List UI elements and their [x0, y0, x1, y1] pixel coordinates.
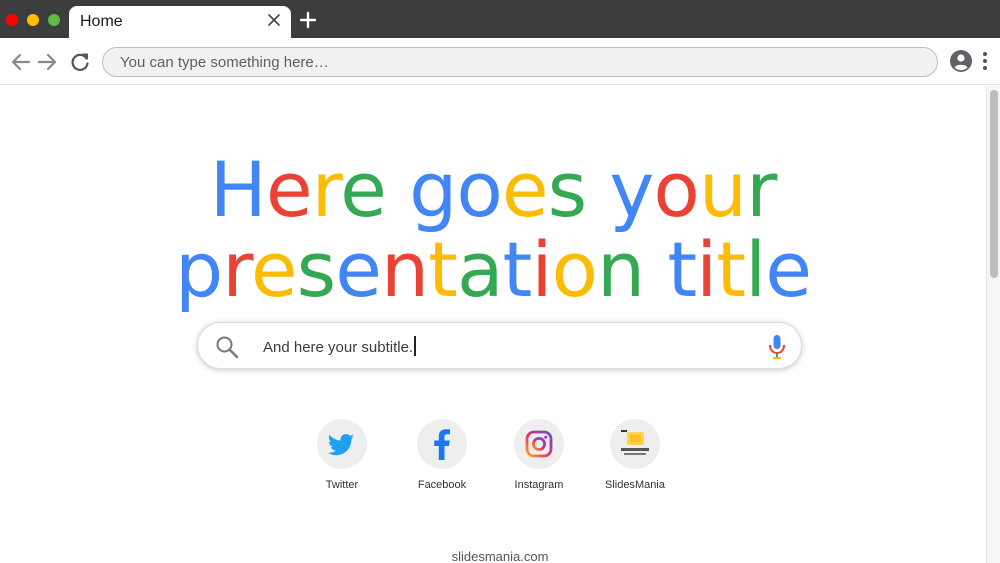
title-letter: o [653, 145, 699, 234]
title-letter: s [296, 225, 337, 314]
text-caret [414, 336, 416, 356]
vertical-scrollbar[interactable] [986, 86, 1000, 563]
title-letter: t [667, 225, 697, 314]
tab-title: Home [80, 13, 123, 30]
slidesmania-logo[interactable] [610, 419, 660, 469]
shortcut-label: SlidesMania [605, 479, 665, 491]
shortcut-label: Instagram [514, 479, 564, 491]
reload-icon[interactable] [68, 50, 92, 74]
search-input-value: And here your subtitle. [263, 339, 414, 356]
facebook-icon[interactable] [417, 419, 467, 469]
instagram-icon[interactable] [514, 419, 564, 469]
microphone-icon[interactable] [767, 334, 787, 360]
browser-toolbar: You can type something here… [0, 38, 1000, 85]
title-letter [386, 145, 409, 234]
title-letter: t [502, 225, 533, 314]
title-letter: r [222, 225, 252, 314]
title-letter [586, 145, 609, 234]
title-letter: n [380, 225, 429, 314]
title-letter: o [551, 225, 597, 314]
title-letter: o [456, 145, 502, 234]
title-letter: e [340, 145, 387, 234]
shortcut-label: Facebook [417, 479, 467, 491]
minimize-window-button[interactable] [27, 14, 39, 26]
title-line-2: presentation title [0, 230, 986, 310]
title-line-1: Here goes your [0, 150, 986, 230]
title-letter: H [209, 145, 267, 234]
title-letter: e [765, 225, 812, 314]
profile-avatar-icon[interactable] [949, 49, 973, 73]
title-letter: r [746, 145, 777, 234]
title-letter [644, 225, 667, 314]
title-letter: e [501, 145, 549, 234]
title-letter: y [609, 145, 654, 234]
shortcut-instagram[interactable]: Instagram [494, 419, 584, 491]
title-letter: t [428, 225, 458, 314]
search-bar[interactable]: And here your subtitle. [197, 322, 802, 369]
back-arrow-icon[interactable] [9, 50, 33, 74]
title-letter: u [698, 145, 747, 234]
title-letter: i [696, 225, 717, 314]
address-bar-placeholder: You can type something here… [120, 54, 329, 71]
shortcut-facebook[interactable]: Facebook [397, 419, 487, 491]
shortcut-slidesmania[interactable]: SlidesMania [590, 419, 680, 491]
browser-titlebar: Home [0, 0, 1000, 38]
close-window-button[interactable] [6, 14, 18, 26]
title-letter: n [596, 225, 645, 314]
title-letter: g [409, 145, 457, 234]
title-letter: r [311, 145, 342, 234]
title-letter: p [175, 225, 223, 314]
address-bar[interactable]: You can type something here… [102, 47, 938, 77]
shortcut-tiles: Twitter Facebook Instagram SlidesMania [0, 419, 986, 499]
title-letter: s [547, 145, 588, 234]
close-tab-icon[interactable] [265, 11, 283, 29]
title-letter: e [250, 225, 298, 314]
forward-arrow-icon[interactable] [35, 50, 59, 74]
twitter-icon[interactable] [317, 419, 367, 469]
presentation-title: Here goes your presentation title [0, 150, 986, 310]
maximize-window-button[interactable] [48, 14, 60, 26]
shortcut-twitter[interactable]: Twitter [297, 419, 387, 491]
title-letter: t [716, 225, 746, 314]
new-tab-icon[interactable] [299, 11, 317, 29]
title-letter: e [265, 145, 313, 234]
search-input[interactable]: And here your subtitle. [263, 336, 416, 356]
title-letter: i [531, 225, 552, 314]
footer-link[interactable]: slidesmania.com [0, 549, 1000, 563]
tab-home[interactable]: Home [69, 6, 291, 38]
shortcut-label: Twitter [325, 479, 359, 491]
more-menu-icon[interactable] [978, 49, 992, 73]
scrollbar-thumb[interactable] [990, 90, 998, 278]
title-letter: e [335, 225, 382, 314]
title-letter: a [456, 225, 504, 314]
search-icon [216, 336, 239, 359]
title-letter: l [745, 225, 766, 314]
